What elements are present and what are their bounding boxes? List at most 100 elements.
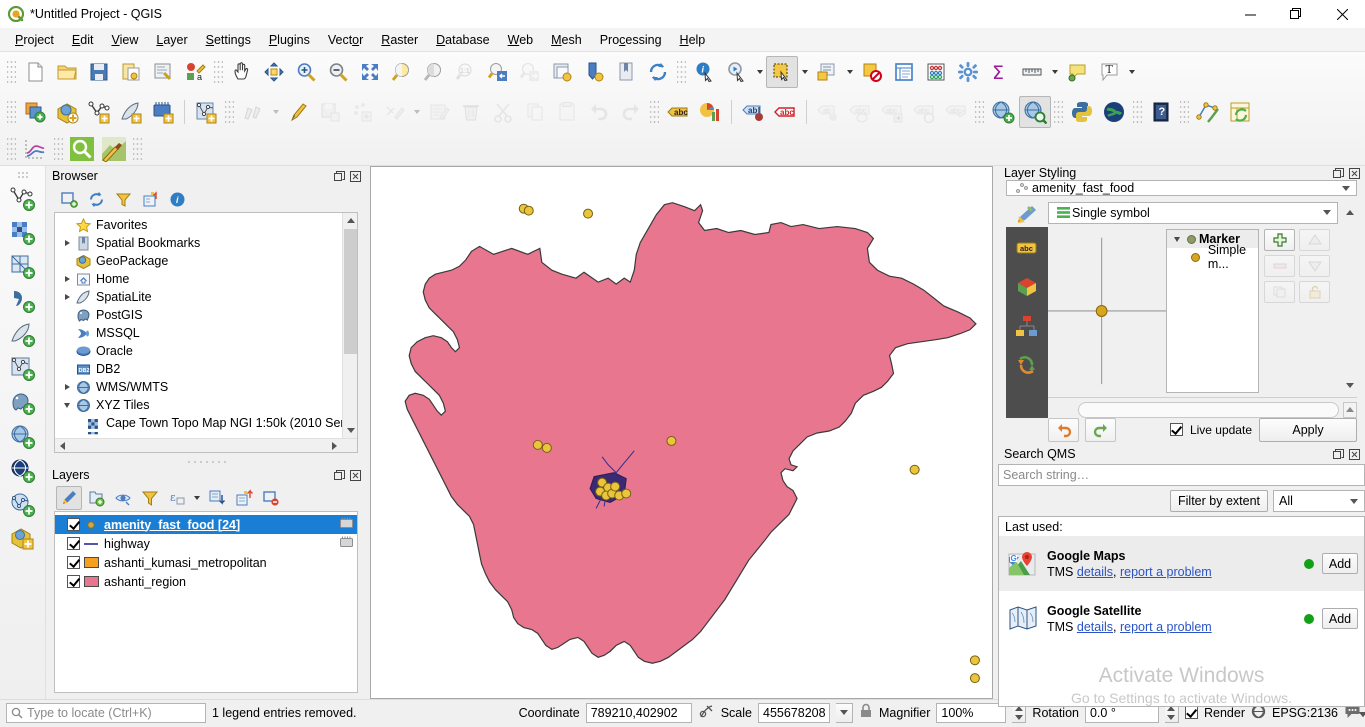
- filter-legend-button[interactable]: [137, 486, 163, 510]
- add-delimited-text-layer-button[interactable]: [6, 284, 40, 318]
- plot-chart-button[interactable]: [19, 133, 51, 165]
- browser-float-button[interactable]: [333, 170, 346, 183]
- browser-item-postgis[interactable]: PostGIS: [55, 306, 341, 324]
- layer-styling-close-button[interactable]: [1348, 167, 1361, 180]
- diagram-button[interactable]: [694, 96, 726, 128]
- georeferencer-button[interactable]: [1192, 96, 1224, 128]
- delete-selected-button[interactable]: [455, 96, 487, 128]
- metasearch-globe-plus-button[interactable]: [987, 96, 1019, 128]
- open-attribute-table-button[interactable]: [888, 56, 920, 88]
- layer-styling-float-button[interactable]: [1332, 167, 1345, 180]
- layer-item-ashanti-kumasi-metropolitan[interactable]: ashanti_kumasi_metropolitan: [55, 553, 357, 572]
- qms-details-link[interactable]: details: [1077, 565, 1113, 579]
- remove-layer-button[interactable]: [258, 486, 284, 510]
- add-arcgis-layer-button[interactable]: [6, 488, 40, 522]
- add-vector-layer-button[interactable]: [6, 182, 40, 216]
- add-raster-layer-button[interactable]: [6, 216, 40, 250]
- filter-legend-expression-button[interactable]: ε: [164, 486, 190, 510]
- highlight-labels-button[interactable]: abc: [769, 96, 801, 128]
- chevron-down-icon[interactable]: [1346, 498, 1362, 504]
- qms-result-google-maps[interactable]: G Google Maps TMS details, report a prob…: [999, 536, 1364, 591]
- filter-funnel-icon[interactable]: [110, 187, 136, 211]
- open-folder-button[interactable]: [51, 56, 83, 88]
- browser-item-wms-wmts[interactable]: WMS/WMTS: [55, 378, 341, 396]
- manage-map-themes-button[interactable]: [110, 486, 136, 510]
- zoom-to-selection-button[interactable]: [386, 56, 418, 88]
- search-qms-float-button[interactable]: [1332, 448, 1345, 461]
- add-wms-layer-button[interactable]: [6, 420, 40, 454]
- menu-plugins[interactable]: Plugins: [260, 30, 319, 50]
- menu-raster[interactable]: Raster: [372, 30, 427, 50]
- labels-tab[interactable]: abc: [1012, 233, 1042, 263]
- globe-earth-button[interactable]: [1098, 96, 1130, 128]
- menu-edit[interactable]: Edit: [63, 30, 103, 50]
- menu-mesh[interactable]: Mesh: [542, 30, 591, 50]
- chevron-down-icon[interactable]: [1359, 712, 1365, 717]
- text-annotation-dropdown[interactable]: [1125, 56, 1138, 88]
- qms-report-link[interactable]: report a problem: [1120, 565, 1212, 579]
- menu-vector[interactable]: Vector: [319, 30, 372, 50]
- save-layer-edits-button[interactable]: [314, 96, 346, 128]
- style-manager-button[interactable]: a: [179, 56, 211, 88]
- layers-close-button[interactable]: [349, 469, 362, 482]
- toolbar-grip[interactable]: [225, 99, 234, 125]
- add-layer-icon[interactable]: [56, 187, 82, 211]
- add-group-button[interactable]: [83, 486, 109, 510]
- remove-symbol-layer-button[interactable]: [1264, 255, 1295, 277]
- menu-processing[interactable]: Processing: [591, 30, 671, 50]
- change-label-button[interactable]: abc: [908, 96, 940, 128]
- toolbar-grip[interactable]: [1133, 99, 1142, 125]
- filter-by-extent-button[interactable]: Filter by extent: [1170, 490, 1268, 512]
- add-postgis-layer-button[interactable]: [6, 386, 40, 420]
- style-scroll-up-arrow[interactable]: [1342, 210, 1357, 215]
- menu-project[interactable]: Project: [6, 30, 63, 50]
- toolbar-grip[interactable]: [133, 135, 142, 162]
- scale-field[interactable]: 455678208: [758, 702, 830, 723]
- close-button[interactable]: [1319, 0, 1365, 28]
- move-up-button[interactable]: [1299, 229, 1330, 251]
- toggle-editing-button[interactable]: [237, 96, 269, 128]
- statistical-summary-button[interactable]: Σ: [984, 56, 1016, 88]
- filter-legend-dropdown[interactable]: [191, 486, 203, 510]
- run-feature-action-button[interactable]: [721, 56, 753, 88]
- add-geopackage-layer-button[interactable]: [6, 522, 40, 556]
- new-spatialite-layer-button[interactable]: [115, 96, 147, 128]
- new-map-view-button[interactable]: [546, 56, 578, 88]
- menu-help[interactable]: Help: [671, 30, 715, 50]
- twisty[interactable]: [1171, 236, 1183, 242]
- layer-item-amenity-fast-food[interactable]: amenity_fast_food [24]: [55, 515, 357, 534]
- browser-tree[interactable]: Favorites Spatial Bookmarks GeoPackage H…: [54, 212, 358, 453]
- browser-close-button[interactable]: [349, 170, 362, 183]
- browser-item-favorites[interactable]: Favorites: [55, 216, 341, 234]
- toolbar-grip[interactable]: [7, 99, 16, 125]
- twisty[interactable]: [61, 240, 73, 246]
- new-shapefile-layer-button[interactable]: [83, 96, 115, 128]
- menu-view[interactable]: View: [102, 30, 147, 50]
- select-by-value-dropdown[interactable]: [843, 56, 856, 88]
- help-contents-button[interactable]: ?: [1145, 96, 1177, 128]
- select-by-value-button[interactable]: [811, 56, 843, 88]
- label-properties-button[interactable]: abc: [940, 96, 972, 128]
- data-source-manager-button[interactable]: [51, 96, 83, 128]
- vertex-tool-button[interactable]: [378, 96, 410, 128]
- new-project-button[interactable]: [19, 56, 51, 88]
- cut-features-button[interactable]: [487, 96, 519, 128]
- undo-button[interactable]: [583, 96, 615, 128]
- chevron-down-icon[interactable]: [1338, 185, 1354, 191]
- paste-features-button[interactable]: [551, 96, 583, 128]
- add-symbol-layer-button[interactable]: [1264, 229, 1295, 251]
- text-annotation-button[interactable]: T: [1093, 56, 1125, 88]
- lock-icon[interactable]: [859, 703, 873, 722]
- symbol-tree-child[interactable]: Simple m...: [1167, 243, 1258, 271]
- browser-item-db2[interactable]: DB2 DB2: [55, 360, 341, 378]
- 3d-view-tab[interactable]: [1012, 272, 1042, 302]
- magnifier-green-button[interactable]: [66, 133, 98, 165]
- browser-item-geopackage[interactable]: GeoPackage: [55, 252, 341, 270]
- new-memory-layer-button[interactable]: [190, 96, 222, 128]
- scale-dropdown[interactable]: [836, 702, 853, 723]
- browser-item-xyz-tiles[interactable]: XYZ Tiles: [55, 396, 341, 414]
- qms-search-globe-button[interactable]: [1019, 96, 1051, 128]
- toolbar-grip[interactable]: [1054, 99, 1063, 125]
- symbol-layer-list[interactable]: Marker Simple m...: [1166, 229, 1259, 393]
- vertex-tool-dropdown[interactable]: [410, 96, 423, 128]
